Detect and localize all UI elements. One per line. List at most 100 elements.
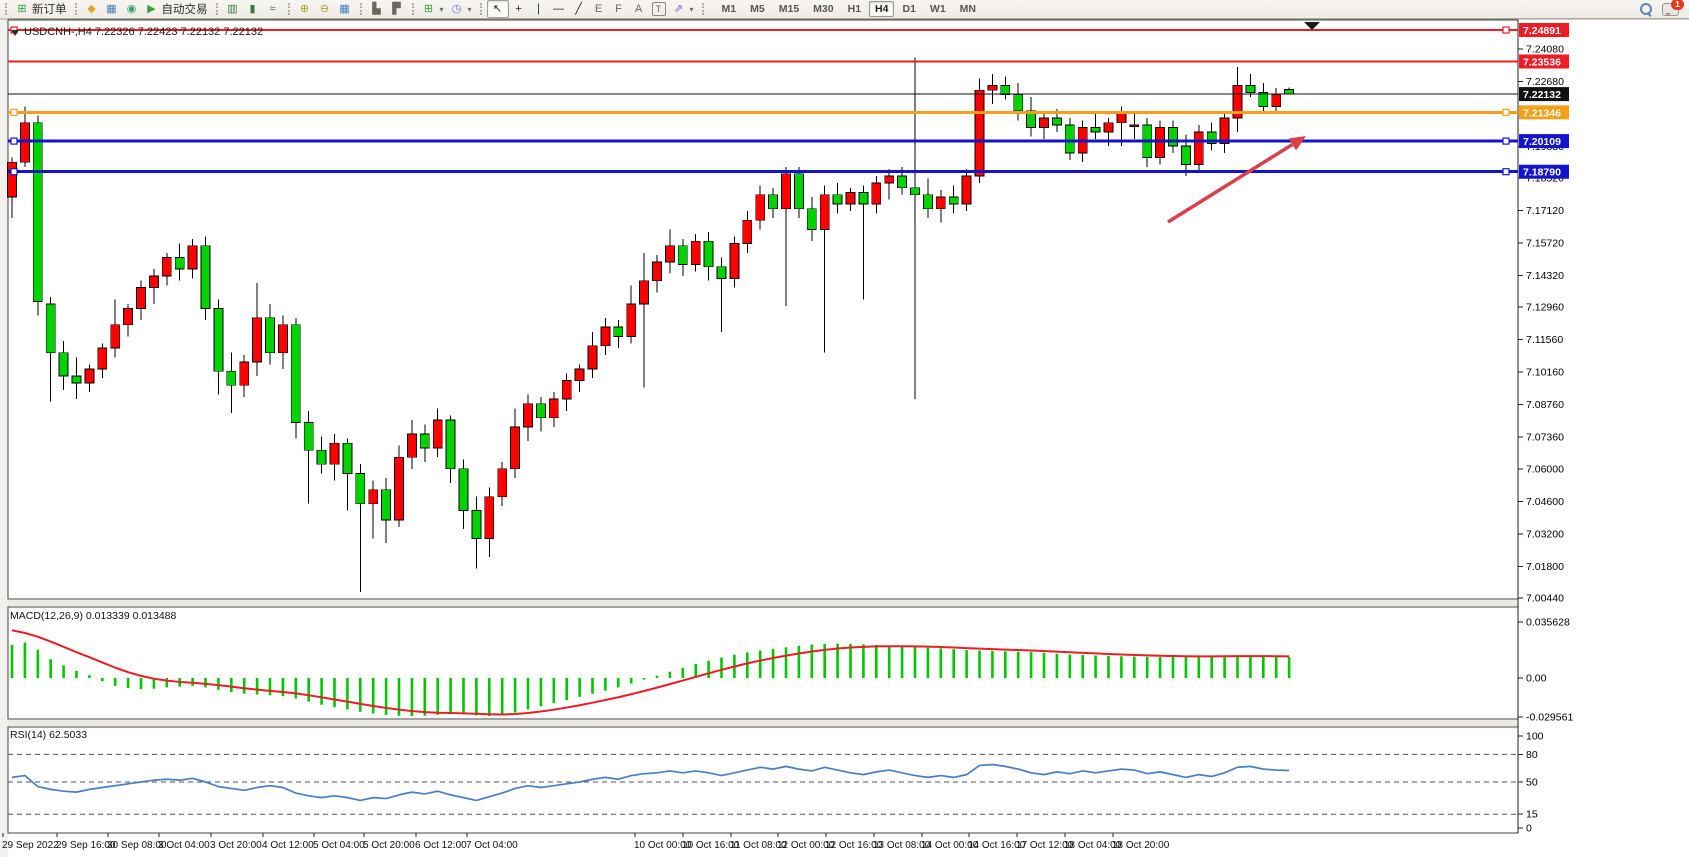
- text-button[interactable]: A: [629, 1, 649, 17]
- candle: [524, 404, 533, 427]
- toolbar-grip[interactable]: [360, 3, 362, 15]
- timeframe-m5-button[interactable]: M5: [744, 1, 771, 17]
- toolbar-grip[interactable]: [216, 3, 218, 15]
- candle: [240, 362, 249, 385]
- candle: [936, 197, 945, 209]
- candlestick-chart-button[interactable]: ▮: [243, 1, 263, 17]
- notification-badge: 1: [1671, 0, 1684, 10]
- text-label-button[interactable]: T: [649, 1, 669, 17]
- toolbar-grip[interactable]: [288, 3, 290, 15]
- navigator-button[interactable]: ◉: [122, 1, 142, 17]
- zoom-in-button[interactable]: ⊕: [295, 1, 315, 17]
- toolbar-grip[interactable]: [702, 3, 704, 15]
- candle: [356, 473, 365, 503]
- candle: [988, 86, 997, 91]
- vertical-line-icon: ∣: [532, 2, 546, 17]
- equidistant-channel-button[interactable]: E: [589, 1, 609, 17]
- time-axis[interactable]: 29 Sep 202229 Sep 16:0030 Sep 08:003 Oct…: [2, 833, 1170, 851]
- price-badge-label: 7.24891: [1523, 25, 1561, 37]
- chevron-down-icon: ▾: [690, 5, 694, 14]
- candle: [124, 309, 133, 325]
- candle: [8, 162, 17, 197]
- price-axis[interactable]: 7.240807.226807.198807.185207.171207.157…: [1518, 23, 1573, 835]
- candle: [407, 434, 416, 457]
- hline-handle[interactable]: [11, 109, 17, 115]
- timeframe-toolbar: M1M5M15M30H1H4D1W1MN: [715, 1, 983, 17]
- timeframe-h1-button[interactable]: H1: [842, 1, 867, 17]
- hline-handle[interactable]: [1503, 169, 1509, 175]
- timeframe-w1-button[interactable]: W1: [924, 1, 952, 17]
- show-indicators-icon: ▙: [370, 2, 384, 17]
- horizontal-line-button[interactable]: —: [549, 1, 569, 17]
- price-tick-label: 7.06000: [1526, 463, 1564, 475]
- candle: [1001, 86, 1010, 95]
- candle: [511, 427, 520, 469]
- toolbar-grip[interactable]: [75, 3, 77, 15]
- timeframe-d1-button[interactable]: D1: [896, 1, 921, 17]
- chart-canvas[interactable]: 7.240807.226807.198807.185207.171207.157…: [0, 18, 1689, 857]
- hline-handle[interactable]: [11, 27, 17, 33]
- candle: [807, 209, 816, 230]
- candle: [201, 246, 210, 309]
- candle: [536, 404, 545, 418]
- price-tick-label: 7.04600: [1526, 496, 1564, 508]
- candle: [382, 490, 391, 520]
- hline-handle[interactable]: [1503, 109, 1509, 115]
- new-chart-button[interactable]: ⊞▾: [419, 1, 447, 17]
- candle: [420, 434, 429, 448]
- hline-handle[interactable]: [1503, 138, 1509, 144]
- candle: [1040, 118, 1049, 127]
- autotrading-button[interactable]: ▶自动交易: [142, 1, 211, 17]
- zoom-out-button[interactable]: ⊖: [315, 1, 335, 17]
- arrows-button[interactable]: ⇗▾: [669, 1, 697, 17]
- time-tick-label: 7 Oct 04:00: [466, 840, 518, 851]
- rsi-axis-label: 80: [1526, 749, 1538, 761]
- crosshair-button[interactable]: +: [509, 1, 529, 17]
- hline-handle[interactable]: [1503, 27, 1509, 33]
- history-center-button[interactable]: ◆: [82, 1, 102, 17]
- candle: [640, 281, 649, 304]
- candle: [85, 369, 94, 383]
- bar-chart-button[interactable]: ▥: [223, 1, 243, 17]
- candle: [459, 469, 468, 511]
- candle: [98, 348, 107, 369]
- macd-axis-label: 0.035628: [1526, 617, 1570, 629]
- toolbar-grip[interactable]: [480, 3, 482, 15]
- show-objects-button[interactable]: ▛: [387, 1, 407, 17]
- candle: [278, 325, 287, 353]
- candle: [588, 346, 597, 369]
- fibonacci-button[interactable]: F: [609, 1, 629, 17]
- show-objects-icon: ▛: [390, 2, 404, 17]
- candle: [1130, 125, 1139, 127]
- trendline-button[interactable]: ╱: [569, 1, 589, 17]
- rsi-axis-label: 100: [1526, 731, 1544, 743]
- hline-handle[interactable]: [11, 169, 17, 175]
- price-tick-label: 7.14320: [1526, 270, 1564, 282]
- chat-icon[interactable]: 1: [1662, 3, 1679, 16]
- timeframe-m1-button[interactable]: M1: [716, 1, 743, 17]
- tile-windows-button[interactable]: ▦: [335, 1, 355, 17]
- candle: [369, 490, 378, 504]
- candle: [291, 325, 300, 423]
- search-icon[interactable]: [1640, 3, 1653, 16]
- new-order-button[interactable]: ⊞新订单: [12, 1, 70, 17]
- line-chart-button[interactable]: ≈: [263, 1, 283, 17]
- crosshair-icon: +: [512, 2, 526, 17]
- show-indicators-button[interactable]: ▙: [367, 1, 387, 17]
- timeframe-m30-button[interactable]: M30: [807, 1, 839, 17]
- data-window-button[interactable]: ▦: [102, 1, 122, 17]
- macd-axis-label: 0.00: [1526, 673, 1547, 685]
- candle: [1169, 127, 1178, 146]
- period-clock-button[interactable]: ◷▾: [447, 1, 475, 17]
- cursor-button[interactable]: ↖: [487, 0, 509, 18]
- vertical-line-button[interactable]: ∣: [529, 1, 549, 17]
- timeframe-mn-button[interactable]: MN: [954, 1, 982, 17]
- toolbar-grip[interactable]: [5, 3, 7, 15]
- timeframe-m15-button[interactable]: M15: [773, 1, 805, 17]
- candle: [1181, 146, 1190, 165]
- toolbar-grip[interactable]: [412, 3, 414, 15]
- cursor-icon: ↖: [491, 2, 505, 17]
- candle: [137, 288, 146, 309]
- hline-handle[interactable]: [11, 138, 17, 144]
- timeframe-h4-button[interactable]: H4: [869, 1, 894, 17]
